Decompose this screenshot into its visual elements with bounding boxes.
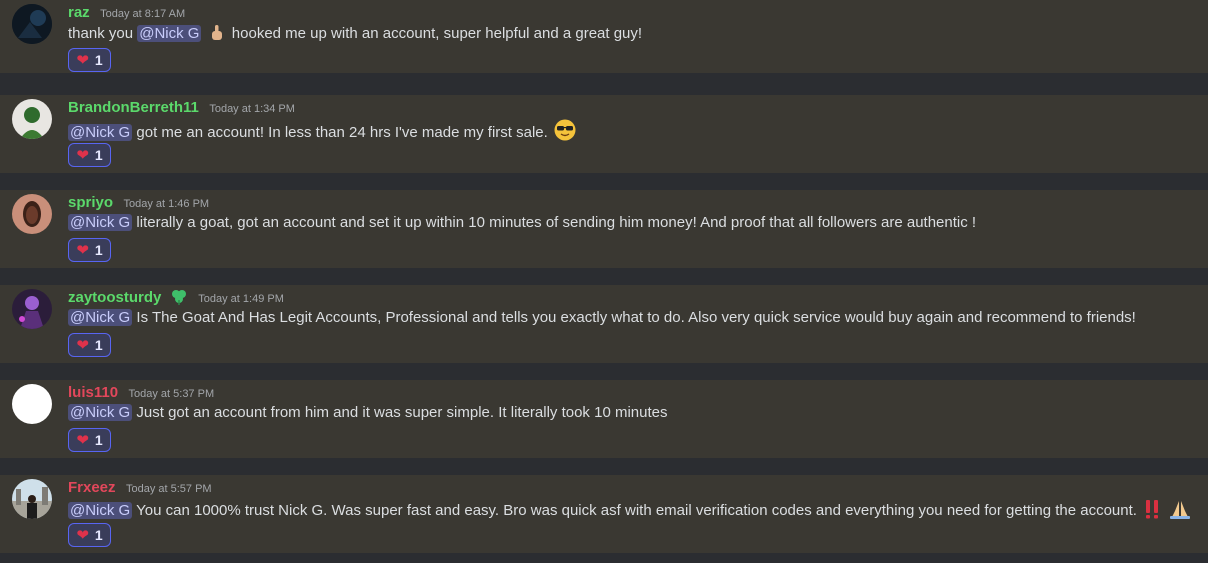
username[interactable]: Frxeez [68, 479, 116, 496]
double-exclamation-emoji-icon [1143, 499, 1161, 523]
reaction-count: 1 [94, 337, 103, 353]
message-text-body: Is The Goat And Has Legit Accounts, Prof… [136, 309, 1136, 326]
user-mention[interactable]: @Nick G [68, 309, 133, 326]
avatar[interactable] [12, 289, 52, 329]
timestamp: Today at 1:49 PM [198, 293, 284, 305]
reaction-button[interactable]: ❤ 1 [68, 48, 111, 72]
username[interactable]: spriyo [68, 194, 113, 211]
avatar[interactable] [12, 479, 52, 519]
reaction-button[interactable]: ❤ 1 [68, 333, 111, 357]
timestamp: Today at 8:17 AM [100, 8, 186, 20]
message-text: @Nick G literally a goat, got an account… [68, 214, 976, 231]
message-item: raz Today at 8:17 AM thank you @Nick G h… [0, 0, 1208, 73]
heart-icon: ❤ [76, 431, 89, 449]
pointing-hand-emoji-icon [208, 24, 226, 46]
reaction-button[interactable]: ❤ 1 [68, 428, 111, 452]
reaction-count: 1 [94, 242, 103, 258]
message-text: @Nick G Is The Goat And Has Legit Accoun… [68, 309, 1136, 326]
heart-icon: ❤ [76, 526, 89, 544]
timestamp: Today at 1:46 PM [123, 198, 210, 210]
reaction-button[interactable]: ❤ 1 [68, 238, 111, 262]
reaction-count: 1 [94, 52, 103, 68]
reaction-button[interactable]: ❤ 1 [68, 143, 111, 167]
heart-icon: ❤ [76, 241, 89, 259]
heart-icon: ❤ [76, 336, 89, 354]
reaction-count: 1 [94, 147, 103, 163]
reaction-button[interactable]: ❤ 1 [68, 523, 111, 547]
message-item: BrandonBerreth11 Today at 1:34 PM @Nick … [0, 95, 1208, 173]
user-mention[interactable]: @Nick G [68, 502, 133, 519]
message-item: zaytoosturdy Today at 1:49 PM @Nick G Is… [0, 285, 1208, 363]
sunglasses-emoji-icon [554, 119, 576, 145]
avatar[interactable] [12, 194, 52, 234]
username[interactable]: raz [68, 4, 90, 21]
avatar[interactable] [12, 384, 52, 424]
message-item: spriyo Today at 1:46 PM @Nick G literall… [0, 190, 1208, 268]
message-text-body: literally a goat, got an account and set… [136, 214, 977, 231]
username[interactable]: zaytoosturdy [68, 289, 161, 306]
heart-icon: ❤ [76, 51, 89, 69]
message-text: @Nick G You can 1000% trust Nick G. Was … [68, 499, 1193, 523]
message-text: @Nick G got me an account! In less than … [68, 119, 578, 145]
username[interactable]: luis110 [68, 384, 118, 401]
message-text: thank you @Nick G hooked me up with an a… [68, 24, 642, 46]
username[interactable]: BrandonBerreth11 [68, 99, 199, 116]
timestamp: Today at 1:34 PM [209, 103, 295, 115]
timestamp: Today at 5:57 PM [125, 483, 212, 495]
message-text-body: Just got an account from him and it was … [136, 404, 668, 421]
reaction-count: 1 [94, 432, 103, 448]
avatar[interactable] [12, 4, 52, 44]
user-mention[interactable]: @Nick G [137, 25, 202, 42]
message-text-body: got me an account! In less than 24 hrs I… [136, 124, 548, 141]
user-mention[interactable]: @Nick G [68, 124, 133, 141]
message-text-body: You can 1000% trust Nick G. Was super fa… [136, 502, 1137, 519]
user-mention[interactable]: @Nick G [68, 214, 133, 231]
message-text: @Nick G Just got an account from him and… [68, 404, 667, 421]
message-text-before: thank you [68, 25, 134, 42]
heart-icon: ❤ [76, 146, 89, 164]
message-item: Frxeez Today at 5:57 PM @Nick G You can … [0, 475, 1208, 553]
timestamp: Today at 5:37 PM [128, 388, 215, 400]
avatar[interactable] [12, 99, 52, 139]
clover-badge-icon [170, 289, 188, 310]
praying-hands-emoji-icon [1169, 499, 1191, 523]
user-mention[interactable]: @Nick G [68, 404, 133, 421]
message-text-after: hooked me up with an account, super help… [231, 25, 643, 42]
message-item: luis110 Today at 5:37 PM @Nick G Just go… [0, 380, 1208, 458]
reaction-count: 1 [94, 527, 103, 543]
